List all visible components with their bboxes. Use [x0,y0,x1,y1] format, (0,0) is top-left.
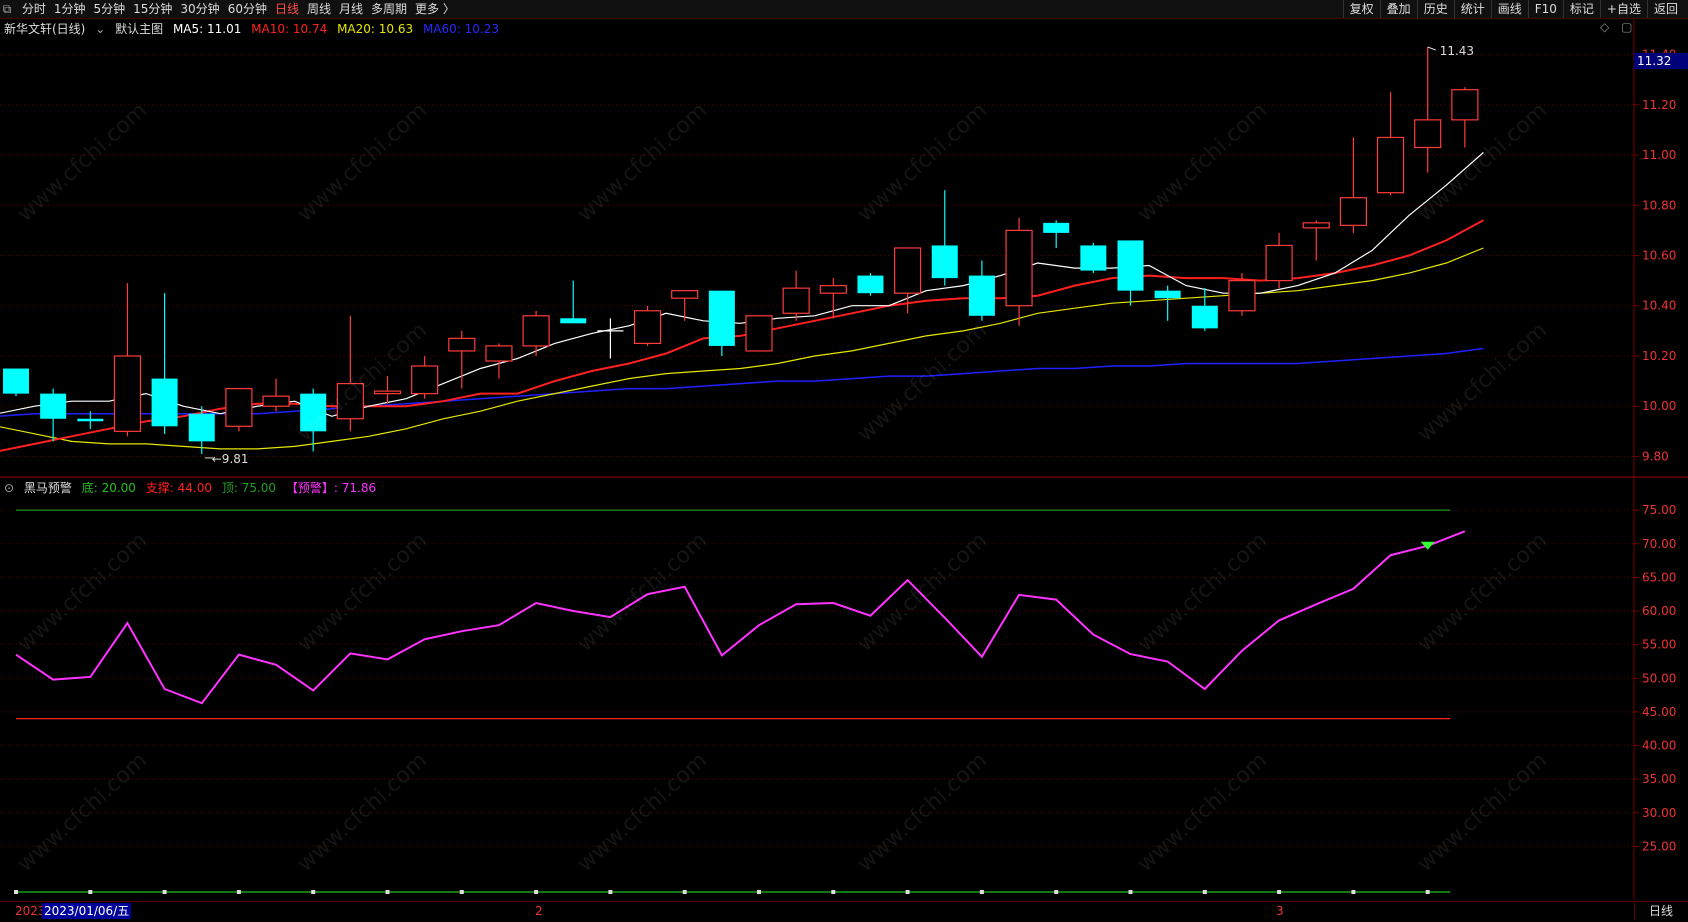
indicator-line [15,530,1466,705]
candle-body-15 [560,318,587,324]
ind-axis-label-2: 65.00 [1642,570,1676,584]
ind-axis-label-9: 30.00 [1642,806,1676,820]
candle-body-26 [968,275,995,316]
ind-axis-label-1: 70.00 [1642,537,1676,551]
bottom-marker-1 [88,890,93,894]
bottom-marker-0 [14,890,18,894]
bottom-marker-12 [905,890,910,894]
ind-axis-label-8: 35.00 [1642,772,1676,786]
candle-body-5 [188,413,215,442]
price-axis-label-3: 10.80 [1642,198,1676,212]
bottom-marker-9 [682,890,687,894]
month-label-2: 2 [535,904,543,918]
ind-axis-label-7: 40.00 [1642,739,1676,753]
candle-body-25 [931,245,958,279]
period-button[interactable]: 日线 [1634,902,1688,920]
bottom-marker-17 [1277,890,1282,894]
bottom-marker-4 [311,890,316,894]
candle-body-4 [151,378,178,427]
low-label: ←9.81 [212,452,249,466]
candle-body-3 [113,355,142,432]
ma20-line [0,247,1484,450]
price-axis-label-5: 10.40 [1642,299,1676,313]
ind-axis-label-4: 55.00 [1642,638,1676,652]
candle-body-36 [1339,197,1368,226]
candle-body-8 [300,393,327,432]
ma10-line [0,219,1484,452]
candle-body-11 [411,365,439,395]
current-price-tag: 11.32 [1634,53,1688,69]
price-axis-label-4: 10.60 [1642,249,1676,263]
candle-body-38 [1414,119,1442,149]
alert-marker-icon [1420,541,1435,550]
cursor-date: 2023/01/06/五 [42,903,132,919]
bottom-marker-13 [979,890,984,894]
bottom-marker-18 [1351,890,1356,894]
bottom-marker-15 [1128,890,1133,894]
high-label: 11.43 [1440,44,1474,58]
bottom-marker-14 [1054,890,1059,894]
candle-body-19 [708,290,735,346]
bottom-marker-6 [459,890,464,894]
bottom-marker-7 [534,890,539,894]
ind-axis-label-3: 60.00 [1642,604,1676,618]
candle-body-10 [373,390,402,395]
candle-body-35 [1302,222,1330,229]
price-axis-label-7: 10.00 [1642,399,1676,413]
bottom-marker-3 [236,890,241,894]
time-axis [0,901,1688,922]
candle-body-34 [1265,244,1293,282]
candle-body-13 [485,345,513,362]
candle-body-14 [522,315,550,347]
candle-body-20 [745,315,773,352]
ma5-line [0,152,1484,417]
candle-body-0 [3,368,29,394]
bottom-marker-16 [1202,890,1207,894]
candle-body-30 [1117,240,1144,291]
candle-body-21 [782,287,810,314]
candle-body-12 [448,337,476,352]
candle-body-39 [1451,89,1479,121]
ind-axis-label-6: 45.00 [1642,705,1676,719]
candle-body-7 [262,395,290,407]
candle-body-23 [857,275,884,294]
price-axis-label-8: 9.80 [1642,449,1669,463]
candle-body-37 [1376,136,1405,194]
candle-body-24 [893,247,922,294]
bottom-marker-19 [1425,890,1430,894]
candle-body-18 [671,290,699,299]
candle-body-22 [819,285,847,294]
bottom-marker-2 [162,890,167,894]
candle-body-2 [77,418,104,422]
price-axis-label-1: 11.20 [1642,98,1676,112]
ind-axis-label-0: 75.00 [1642,503,1676,517]
candle-body-6 [225,388,253,427]
candle-body-31 [1154,290,1181,299]
candle-body-1 [40,393,67,419]
candle-body-33 [1228,280,1256,312]
bottom-marker-10 [757,890,761,894]
chart-canvas[interactable]: 11.4011.2011.0010.8010.6010.4010.2010.00… [0,0,1688,921]
month-label-3: 3 [1276,904,1284,918]
price-axis-label-2: 11.00 [1642,148,1676,162]
candle-body-17 [633,310,662,345]
candle-body-28 [1043,222,1070,233]
candle-body-32 [1191,305,1218,329]
candle-body-29 [1080,245,1107,271]
price-axis-label-6: 10.20 [1642,349,1676,363]
high-pointer [1427,46,1436,51]
bottom-marker-11 [831,890,836,894]
bottom-marker-5 [385,890,390,894]
bottom-marker-8 [608,890,613,894]
ind-axis-label-5: 50.00 [1642,671,1676,685]
year-label: 2023 [15,904,46,918]
candle-body-9 [336,383,364,420]
candle-body-27 [1005,229,1033,307]
ind-axis-label-10: 25.00 [1642,839,1676,853]
